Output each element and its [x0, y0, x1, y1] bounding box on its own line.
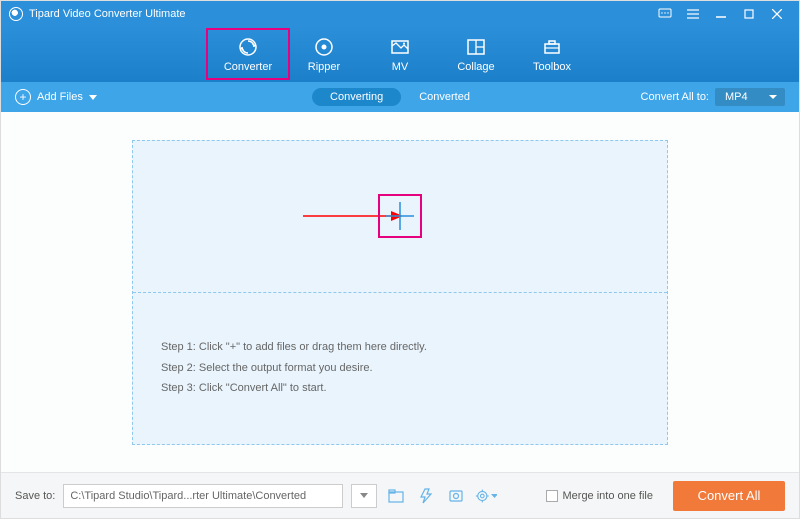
tab-converting[interactable]: Converting — [312, 88, 401, 106]
output-format-select[interactable]: MP4 — [715, 88, 785, 106]
nav-toolbox-label: Toolbox — [533, 61, 571, 73]
titlebar: Tipard Video Converter Ultimate — [1, 1, 799, 26]
step-2: Step 2: Select the output format you des… — [161, 358, 639, 379]
nav-mv-label: MV — [392, 61, 409, 73]
maximize-button[interactable] — [735, 1, 763, 26]
bottom-bar: Save to: C:\Tipard Studio\Tipard...rter … — [1, 472, 799, 518]
mv-icon — [389, 36, 411, 58]
add-files-button[interactable]: + Add Files — [15, 89, 97, 105]
step-3: Step 3: Click "Convert All" to start. — [161, 378, 639, 399]
nav-toolbox[interactable]: Toolbox — [514, 32, 590, 76]
chevron-down-icon — [360, 493, 368, 498]
nav-collage-label: Collage — [457, 61, 494, 73]
app-logo-icon — [9, 7, 23, 21]
nav-mv[interactable]: MV — [362, 32, 438, 76]
converter-icon — [237, 36, 259, 58]
merge-label: Merge into one file — [563, 490, 654, 502]
nav-collage[interactable]: Collage — [438, 32, 514, 76]
collage-icon — [465, 36, 487, 58]
tab-converted[interactable]: Converted — [401, 88, 488, 106]
dropzone[interactable]: Step 1: Click "+" to add files or drag t… — [132, 140, 668, 445]
checkbox-icon — [546, 490, 558, 502]
plus-icon — [383, 199, 417, 233]
add-files-label: Add Files — [37, 91, 83, 103]
ripper-icon — [313, 36, 335, 58]
convert-all-to-label: Convert All to: — [641, 91, 709, 103]
save-to-label: Save to: — [15, 490, 55, 502]
convert-all-button[interactable]: Convert All — [673, 481, 785, 511]
save-path-value: C:\Tipard Studio\Tipard...rter Ultimate\… — [70, 490, 306, 502]
menu-icon[interactable] — [679, 1, 707, 26]
main-nav: Converter Ripper MV Collage Toolbox — [1, 26, 799, 82]
plus-circle-icon: + — [15, 89, 31, 105]
nav-converter[interactable]: Converter — [210, 32, 286, 76]
nav-ripper-label: Ripper — [308, 61, 340, 73]
app-title: Tipard Video Converter Ultimate — [29, 8, 651, 20]
output-format-value: MP4 — [725, 91, 748, 103]
status-tabs: Converting Converted — [312, 88, 488, 106]
chevron-down-icon — [89, 95, 97, 100]
add-file-big-button[interactable] — [378, 194, 422, 238]
toolbox-icon — [541, 36, 563, 58]
minimize-button[interactable] — [707, 1, 735, 26]
save-path-input[interactable]: C:\Tipard Studio\Tipard...rter Ultimate\… — [63, 484, 343, 508]
merge-checkbox[interactable]: Merge into one file — [546, 490, 654, 502]
feedback-icon[interactable] — [651, 1, 679, 26]
nav-converter-label: Converter — [224, 61, 272, 73]
dropzone-upper[interactable] — [133, 141, 667, 292]
instructions: Step 1: Click "+" to add files or drag t… — [133, 321, 667, 416]
subbar: + Add Files Converting Converted Convert… — [1, 82, 799, 112]
settings-button[interactable] — [475, 485, 497, 507]
step-1: Step 1: Click "+" to add files or drag t… — [161, 337, 639, 358]
open-folder-button[interactable] — [385, 485, 407, 507]
path-dropdown-button[interactable] — [351, 484, 377, 508]
nav-ripper[interactable]: Ripper — [286, 32, 362, 76]
close-button[interactable] — [763, 1, 791, 26]
dropzone-lower: Step 1: Click "+" to add files or drag t… — [133, 293, 667, 444]
main-area: Step 1: Click "+" to add files or drag t… — [1, 112, 799, 472]
gpu-accel-button[interactable] — [445, 485, 467, 507]
high-speed-button[interactable] — [415, 485, 437, 507]
chevron-down-icon — [491, 494, 497, 498]
